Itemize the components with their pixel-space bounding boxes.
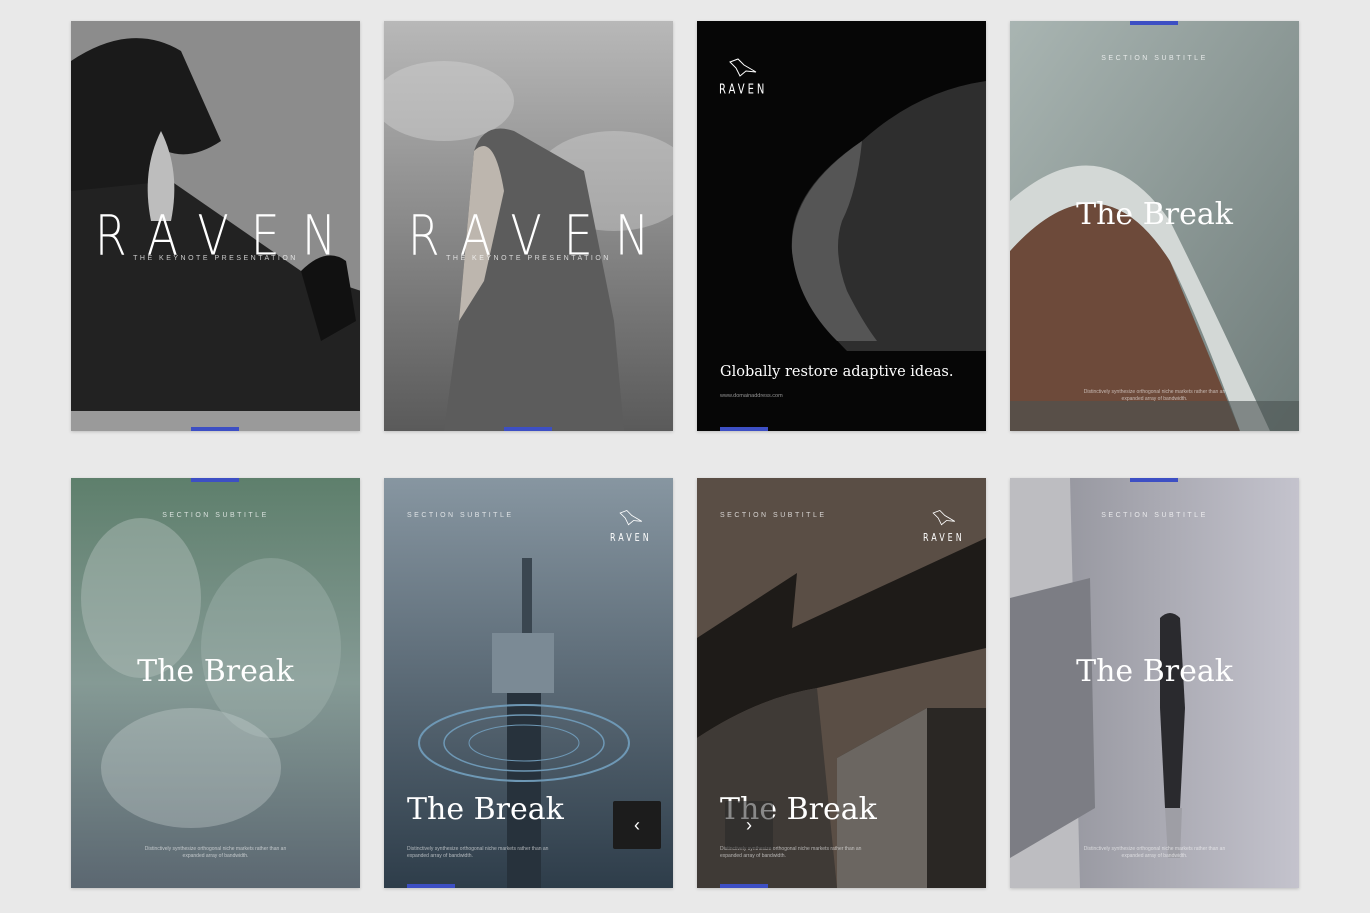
presentation-subtitle: THE KEYNOTE PRESENTATION — [133, 255, 298, 262]
accent-bar — [191, 427, 239, 431]
slide-thumbnail-4[interactable]: SECTION SUBTITLE The Break Distinctively… — [1010, 21, 1299, 431]
slide-thumbnail-8[interactable]: SECTION SUBTITLE The Break Distinctively… — [1010, 478, 1299, 888]
slide-tagline: Globally restore adaptive ideas. — [720, 364, 954, 380]
accent-bar — [720, 427, 768, 431]
accent-bar — [504, 427, 552, 431]
slide-thumbnail-2[interactable]: RAVEN THE KEYNOTE PRESENTATION — [384, 21, 673, 431]
accent-bar — [720, 884, 768, 888]
section-subtitle: SECTION SUBTITLE — [1101, 512, 1208, 519]
slide-thumbnail-5[interactable]: SECTION SUBTITLE The Break Distinctively… — [71, 478, 360, 888]
logo-wordmark: RAVEN — [610, 531, 652, 544]
slide-body-text: Distinctively synthesize orthogonal nich… — [407, 846, 549, 859]
raven-bird-icon — [619, 510, 642, 526]
slide-body-text: Distinctively synthesize orthogonal nich… — [1083, 389, 1226, 402]
slide-title: The Break — [407, 792, 564, 827]
raven-logo: RAVEN — [923, 508, 965, 544]
logo-wordmark: RAVEN — [719, 83, 768, 98]
section-subtitle: SECTION SUBTITLE — [162, 512, 269, 519]
chevron-right-icon: › — [746, 814, 752, 835]
logo-wordmark: RAVEN — [923, 531, 965, 544]
slide-thumbnail-3[interactable]: RAVEN Globally restore adaptive ideas. w… — [697, 21, 986, 431]
slide-url: www.domainaddress.com — [720, 393, 783, 399]
raven-logo: RAVEN — [610, 508, 652, 544]
previous-button[interactable]: ‹ — [613, 801, 661, 849]
slide-title: The Break — [1076, 197, 1233, 232]
slide-title: The Break — [137, 654, 294, 689]
accent-bar — [407, 884, 455, 888]
presentation-subtitle: THE KEYNOTE PRESENTATION — [446, 255, 611, 262]
raven-bird-icon — [729, 58, 757, 77]
chevron-left-icon: ‹ — [634, 814, 640, 835]
slide-body-text: Distinctively synthesize orthogonal nich… — [144, 846, 287, 859]
section-subtitle: SECTION SUBTITLE — [720, 512, 827, 519]
slide-body-text: Distinctively synthesize orthogonal nich… — [1083, 846, 1226, 859]
accent-bar — [1130, 21, 1178, 25]
section-subtitle: SECTION SUBTITLE — [407, 512, 514, 519]
slide-title: The Break — [1076, 654, 1233, 689]
slide-thumbnail-1[interactable]: RAVEN THE KEYNOTE PRESENTATION — [71, 21, 360, 431]
accent-bar — [191, 478, 239, 482]
raven-bird-icon — [932, 510, 955, 526]
raven-logo: RAVEN — [719, 56, 768, 98]
section-subtitle: SECTION SUBTITLE — [1101, 55, 1208, 62]
next-button[interactable]: › — [725, 801, 773, 849]
accent-bar — [1130, 478, 1178, 482]
